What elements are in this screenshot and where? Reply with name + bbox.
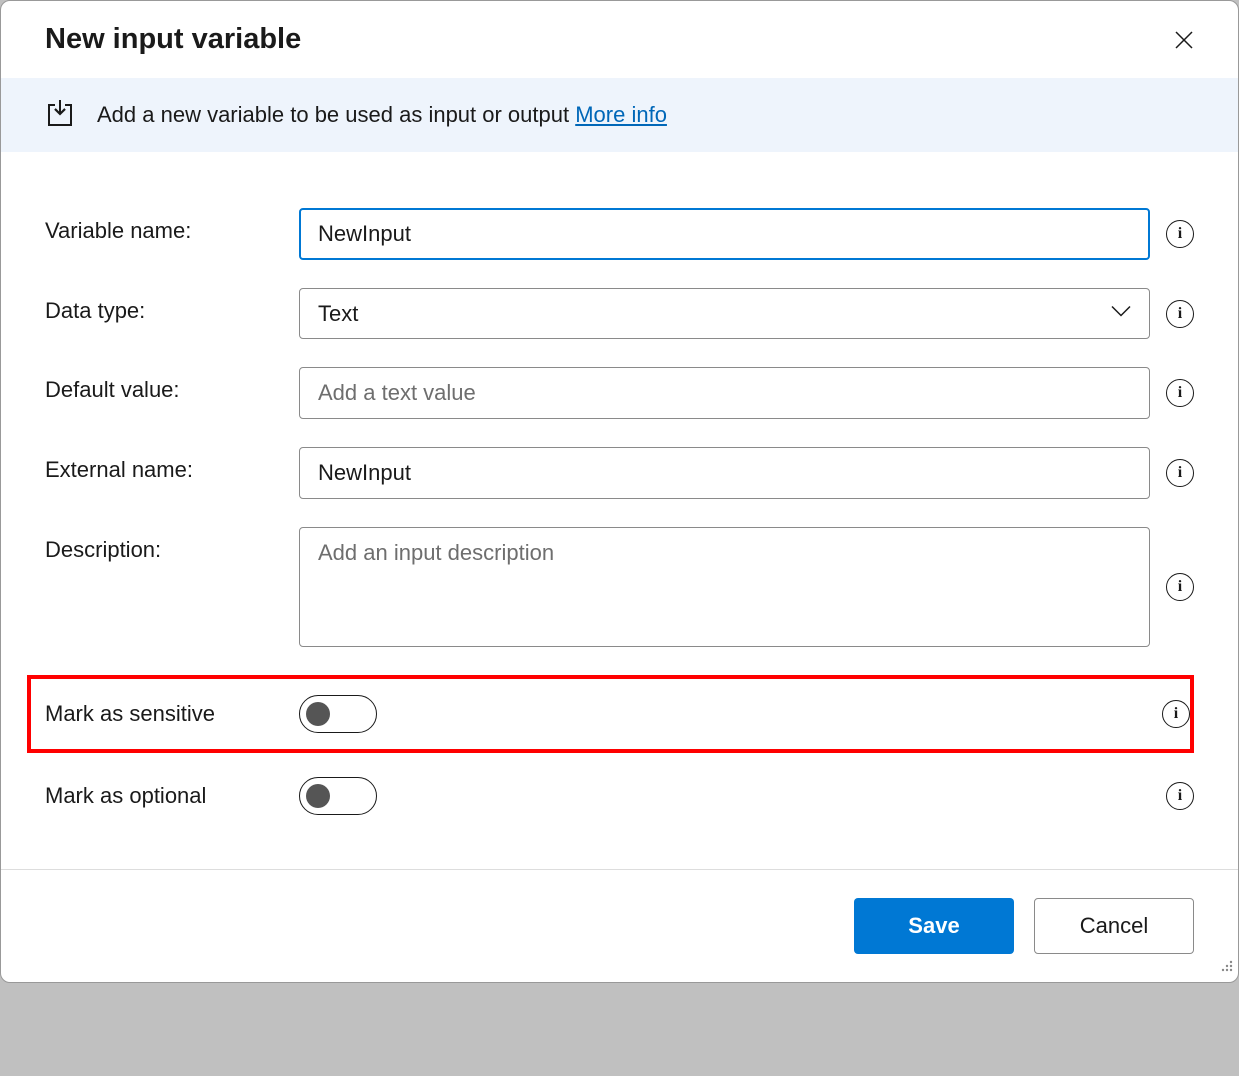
- mark-optional-toggle[interactable]: [299, 777, 377, 815]
- external-name-info-button[interactable]: i: [1166, 459, 1194, 487]
- data-type-row: Data type: Text i: [45, 288, 1194, 339]
- resize-grip[interactable]: [1218, 957, 1234, 978]
- description-row: Description: i: [45, 527, 1194, 647]
- dialog-header: New input variable: [1, 1, 1238, 78]
- dialog-footer: Save Cancel: [1, 869, 1238, 982]
- info-icon: i: [1166, 220, 1194, 248]
- default-value-label: Default value:: [45, 367, 287, 403]
- info-banner-text: Add a new variable to be used as input o…: [97, 102, 667, 128]
- description-textarea[interactable]: [299, 527, 1150, 647]
- cancel-button[interactable]: Cancel: [1034, 898, 1194, 954]
- external-name-label: External name:: [45, 447, 287, 483]
- description-info-button[interactable]: i: [1166, 573, 1194, 601]
- mark-optional-label: Mark as optional: [45, 783, 287, 809]
- description-label: Description:: [45, 527, 287, 563]
- info-icon: i: [1162, 700, 1190, 728]
- save-button[interactable]: Save: [854, 898, 1014, 954]
- mark-sensitive-row: Mark as sensitive i: [27, 675, 1194, 753]
- dialog-title: New input variable: [45, 23, 301, 56]
- more-info-link[interactable]: More info: [575, 102, 667, 127]
- external-name-row: External name: i: [45, 447, 1194, 499]
- close-button[interactable]: [1170, 26, 1198, 54]
- info-icon: i: [1166, 300, 1194, 328]
- info-icon: i: [1166, 459, 1194, 487]
- toggle-knob: [306, 702, 330, 726]
- external-name-input[interactable]: [299, 447, 1150, 499]
- mark-sensitive-info-button[interactable]: i: [1162, 700, 1190, 728]
- variable-name-info-button[interactable]: i: [1166, 220, 1194, 248]
- info-banner: Add a new variable to be used as input o…: [1, 78, 1238, 152]
- default-value-input[interactable]: [299, 367, 1150, 419]
- variable-name-label: Variable name:: [45, 208, 287, 244]
- data-type-info-button[interactable]: i: [1166, 300, 1194, 328]
- input-icon: [45, 100, 75, 130]
- variable-name-row: Variable name: i: [45, 208, 1194, 260]
- mark-sensitive-label: Mark as sensitive: [45, 701, 287, 727]
- data-type-select[interactable]: Text: [299, 288, 1150, 339]
- mark-optional-info-button[interactable]: i: [1166, 782, 1194, 810]
- toggle-knob: [306, 784, 330, 808]
- close-icon: [1174, 30, 1194, 50]
- info-icon: i: [1166, 782, 1194, 810]
- mark-optional-row: Mark as optional i: [45, 771, 1194, 821]
- info-icon: i: [1166, 379, 1194, 407]
- data-type-label: Data type:: [45, 288, 287, 324]
- mark-sensitive-toggle[interactable]: [299, 695, 377, 733]
- default-value-row: Default value: i: [45, 367, 1194, 419]
- new-input-variable-dialog: New input variable Add a new variable to…: [0, 0, 1239, 983]
- form-body: Variable name: i Data type: Text: [1, 152, 1238, 869]
- variable-name-input[interactable]: [299, 208, 1150, 260]
- info-icon: i: [1166, 573, 1194, 601]
- default-value-info-button[interactable]: i: [1166, 379, 1194, 407]
